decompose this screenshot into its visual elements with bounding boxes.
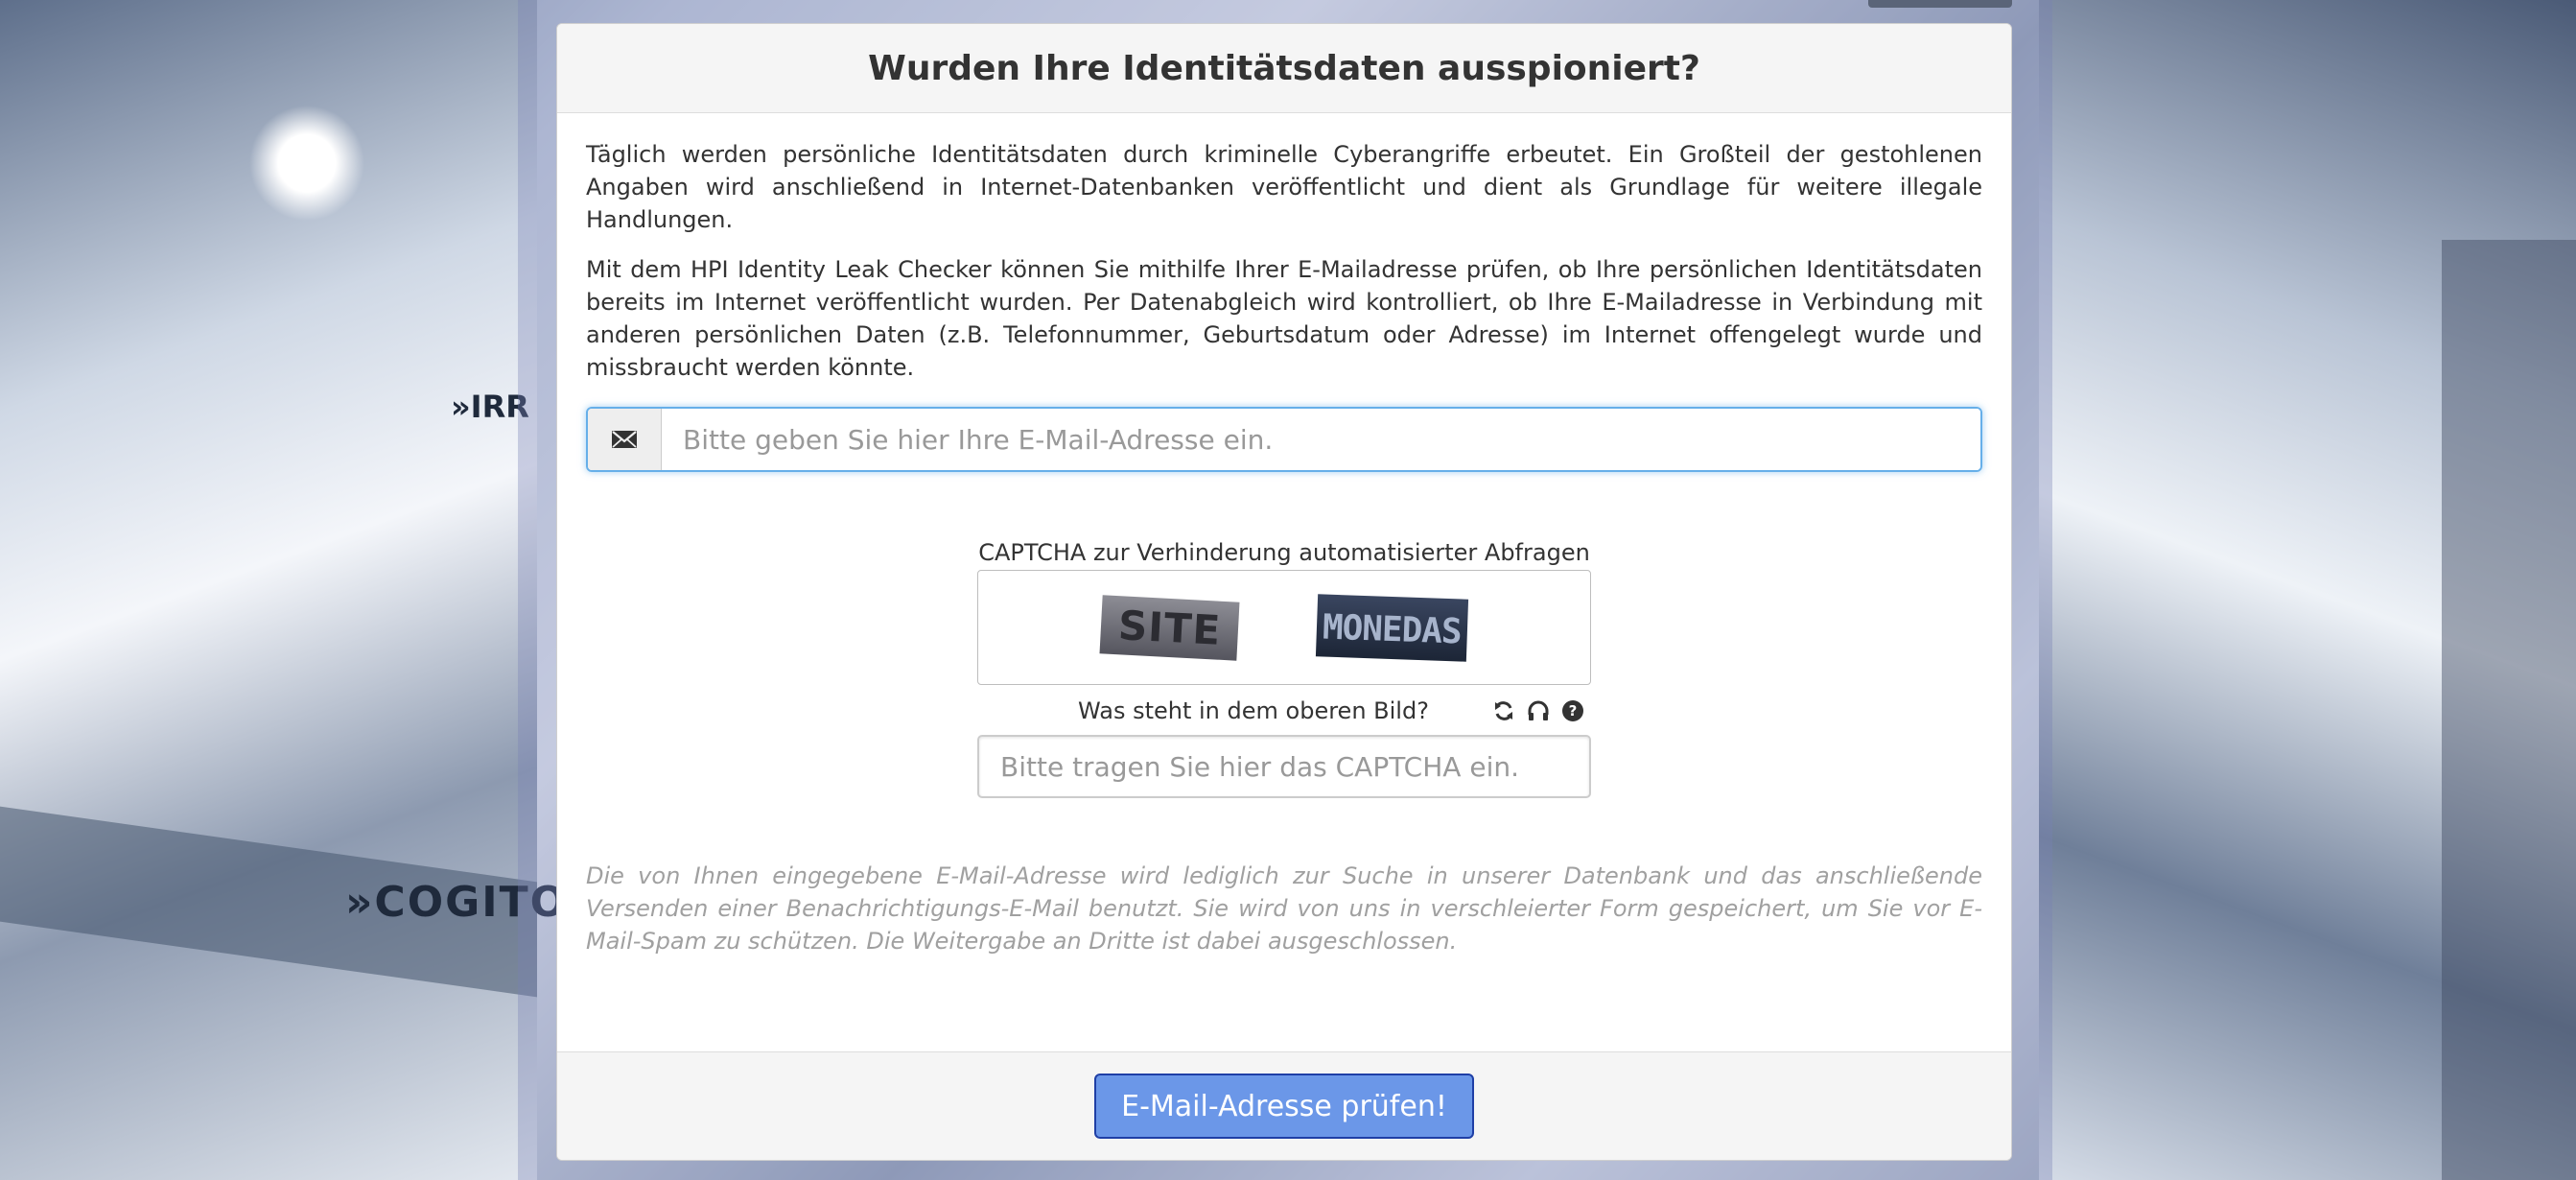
- leak-checker-panel: Wurden Ihre Identitätsdaten ausspioniert…: [556, 23, 2012, 1161]
- captcha-label: CAPTCHA zur Verhinderung automatisierter…: [978, 539, 1590, 566]
- privacy-disclaimer: Die von Ihnen eingegebene E-Mail-Adresse…: [586, 862, 1982, 955]
- headphones-icon[interactable]: [1526, 698, 1551, 723]
- intro-paragraph-2: Mit dem HPI Identity Leak Checker können…: [586, 256, 1982, 381]
- background-band-right: [2442, 240, 2576, 1180]
- check-email-button[interactable]: E-Mail-Adresse prüfen!: [1094, 1074, 1474, 1139]
- panel-footer: E-Mail-Adresse prüfen!: [557, 1051, 2011, 1160]
- captcha-input[interactable]: [977, 735, 1591, 798]
- page-title: Wurden Ihre Identitätsdaten ausspioniert…: [868, 48, 1700, 88]
- background-photo-left: [0, 0, 537, 1180]
- email-input-group: [586, 407, 1982, 472]
- email-field[interactable]: [662, 409, 1980, 470]
- captcha-tools: ?: [1491, 698, 1591, 723]
- refresh-icon[interactable]: [1491, 698, 1516, 723]
- panel-body: Täglich werden persönliche Identitätsdat…: [557, 113, 2011, 957]
- intro-paragraph-1: Täglich werden persönliche Identitätsdat…: [586, 141, 1982, 233]
- top-tab: [1868, 0, 2012, 8]
- envelope-icon: [588, 409, 662, 470]
- help-icon[interactable]: ?: [1560, 698, 1585, 723]
- captcha-word-1: SITE: [1099, 594, 1240, 661]
- captcha-question-row: Was steht in dem oberen Bild? ?: [977, 695, 1591, 727]
- panel-header: Wurden Ihre Identitätsdaten ausspioniert…: [557, 24, 2011, 113]
- captcha-question: Was steht in dem oberen Bild?: [1078, 697, 1429, 724]
- captcha-section: CAPTCHA zur Verhinderung automatisierter…: [977, 539, 1591, 798]
- captcha-image: SITE MONEDAS: [977, 570, 1591, 685]
- captcha-word-2: MONEDAS: [1316, 593, 1469, 662]
- svg-text:?: ?: [1569, 702, 1578, 720]
